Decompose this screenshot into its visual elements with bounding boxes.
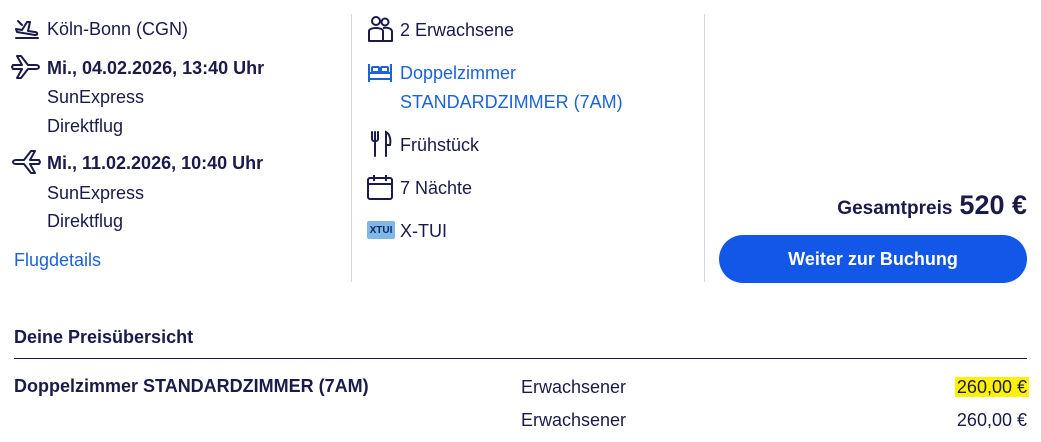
bed-icon xyxy=(365,58,395,88)
total-price-label: Gesamtpreis xyxy=(837,198,953,219)
outbound-airline: SunExpress xyxy=(47,87,145,107)
outbound-datetime: Mi., 04.02.2026, 13:40 Uhr xyxy=(47,58,265,78)
price-row-amount: 260,00 € xyxy=(954,376,1029,398)
price-row-type: Erwachsener xyxy=(521,377,627,397)
return-airline: SunExpress xyxy=(47,183,145,203)
room-type[interactable]: Doppelzimmer xyxy=(400,62,516,84)
total-price-value: 520 € xyxy=(959,190,1027,220)
outbound-flight-type: Direktflug xyxy=(47,116,124,136)
column-divider-1 xyxy=(351,14,352,282)
board-type: Frühstück xyxy=(400,135,480,155)
departure-airport: Köln-Bonn (CGN) xyxy=(47,19,189,39)
price-row-type-2: Erwachsener xyxy=(521,410,627,430)
return-flight-type: Direktflug xyxy=(47,211,124,231)
brand-name: X-TUI xyxy=(400,221,447,241)
travellers-icon xyxy=(365,14,395,44)
nights: 7 Nächte xyxy=(400,178,473,198)
return-plane-icon xyxy=(11,147,41,177)
calendar-icon xyxy=(365,172,395,202)
flight-departure-icon xyxy=(12,14,42,44)
outbound-plane-icon xyxy=(11,52,41,82)
total-price-block: Gesamtpreis 520 € xyxy=(837,190,1027,221)
price-row-item: Doppelzimmer STANDARDZIMMER (7AM) xyxy=(14,376,369,396)
continue-booking-button[interactable]: Weiter zur Buchung xyxy=(719,235,1027,283)
cutlery-icon xyxy=(366,129,396,159)
flight-details-link[interactable]: Flugdetails xyxy=(14,249,101,271)
price-overview-divider xyxy=(14,358,1027,359)
room-name[interactable]: STANDARDZIMMER (7AM) xyxy=(400,91,623,113)
travellers: 2 Erwachsene xyxy=(400,20,515,40)
price-row-amount-2: 260,00 € xyxy=(956,410,1027,430)
column-divider-2 xyxy=(704,14,705,282)
price-row-amount-highlight: 260,00 € xyxy=(954,377,1029,397)
return-datetime: Mi., 11.02.2026, 10:40 Uhr xyxy=(47,153,264,173)
price-overview-title: Deine Preisübersicht xyxy=(14,327,194,347)
xtui-logo-icon: XTUI xyxy=(367,221,395,239)
